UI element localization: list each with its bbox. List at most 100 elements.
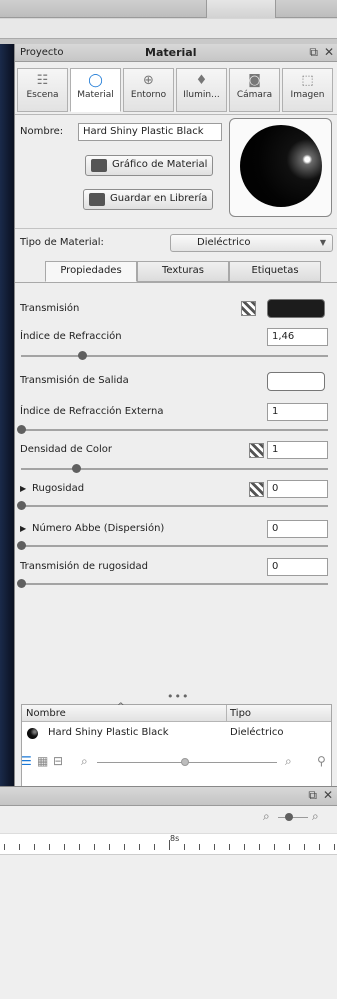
abbe-slider[interactable]	[21, 545, 328, 547]
panel-header: Proyecto Material ⧉ ✕	[15, 44, 337, 62]
roughness-label: Rugosidad	[32, 483, 85, 494]
slider-knob[interactable]	[17, 579, 26, 588]
splitter-handle[interactable]: •••	[167, 690, 189, 703]
viewport-edge	[0, 44, 14, 786]
name-label: Nombre:	[20, 126, 64, 137]
ruler-tick	[259, 844, 260, 850]
roughness-transmission-slider[interactable]	[21, 583, 328, 585]
ruler-tick	[139, 844, 140, 850]
tab-propiedades[interactable]: Propiedades	[45, 261, 137, 282]
ruler-tick	[319, 844, 320, 850]
abbe-label: Número Abbe (Dispersión)	[32, 523, 165, 534]
texture-toggle-icon[interactable]	[241, 301, 256, 316]
roughness-field[interactable]: 0	[267, 480, 328, 498]
ruler-tick	[214, 844, 215, 850]
expand-arrow-icon[interactable]: ▶	[20, 524, 26, 533]
slider-knob[interactable]	[285, 813, 293, 821]
tab-label: Cámara	[236, 90, 273, 100]
lighting-icon: ♦	[195, 73, 208, 88]
list-item-type: Dieléctrico	[230, 727, 284, 738]
sort-arrow-icon: ^	[117, 702, 125, 712]
zoom-in-icon[interactable]: ⌕	[285, 754, 292, 769]
external-refraction-field[interactable]: 1	[267, 403, 328, 421]
material-ball-icon	[27, 728, 38, 739]
slider-knob[interactable]	[181, 758, 189, 766]
close-icon[interactable]: ✕	[323, 788, 333, 802]
color-density-slider[interactable]	[21, 468, 328, 470]
column-divider[interactable]	[226, 705, 227, 722]
roughness-transmission-field[interactable]: 0	[267, 558, 328, 576]
tab-escena[interactable]: ☷ Escena	[17, 68, 68, 112]
list-view-icon[interactable]: ☰	[21, 754, 32, 768]
ruler-tick	[169, 840, 170, 850]
expand-arrow-icon[interactable]: ▶	[20, 484, 26, 493]
project-title[interactable]: Proyecto	[20, 47, 63, 58]
scene-icon: ☷	[36, 73, 49, 88]
time-ruler[interactable]: 8s	[0, 833, 337, 855]
close-icon[interactable]: ✕	[324, 45, 334, 59]
ruler-tick	[154, 844, 155, 850]
texture-toggle-icon[interactable]	[249, 482, 264, 497]
undock-icon[interactable]: ⧉	[309, 45, 318, 59]
filter-icon[interactable]: ⚲	[317, 754, 326, 768]
tab-camara[interactable]: ◙ Cámara	[229, 68, 280, 112]
abbe-field[interactable]: 0	[267, 520, 328, 538]
panel-window-controls: ⧉ ✕	[303, 45, 334, 60]
material-icon: ◯	[88, 73, 103, 88]
slider-knob[interactable]	[17, 541, 26, 550]
zoom-out-icon[interactable]: ⌕	[81, 754, 88, 769]
roughness-transmission-label: Transmisión de rugosidad	[20, 561, 148, 572]
undock-icon[interactable]: ⧉	[308, 788, 317, 802]
texture-toggle-icon[interactable]	[249, 443, 264, 458]
tab-texturas[interactable]: Texturas	[137, 261, 229, 282]
refraction-index-label: Índice de Refracción	[20, 331, 122, 342]
tab-etiquetas[interactable]: Etiquetas	[229, 261, 321, 282]
external-refraction-slider[interactable]	[21, 429, 328, 431]
tab-iluminacion[interactable]: ♦ Ilumin...	[176, 68, 227, 112]
external-refraction-label: Índice de Refracción Externa	[20, 406, 164, 417]
transmission-label: Transmisión	[20, 303, 80, 314]
button-label: Gráfico de Material	[112, 159, 208, 170]
material-name-field[interactable]: Hard Shiny Plastic Black	[78, 123, 222, 141]
slider-knob[interactable]	[78, 351, 88, 360]
column-type-header[interactable]: Tipo	[230, 708, 251, 719]
tab-label: Entorno	[130, 90, 167, 100]
zoom-out-icon[interactable]: ⌕	[263, 809, 270, 824]
tab-imagen[interactable]: ⬚ Imagen	[282, 68, 333, 112]
timeline-zoom-slider[interactable]	[278, 817, 308, 818]
ruler-tick	[199, 844, 200, 850]
chevron-down-icon: ▼	[319, 238, 326, 247]
ruler-tick	[124, 844, 125, 850]
button-label: Guardar en Librería	[110, 193, 208, 204]
graph-icon	[91, 159, 107, 172]
transmission-color-swatch[interactable]	[267, 299, 325, 318]
save-to-library-button[interactable]: Guardar en Librería	[83, 189, 214, 210]
zoom-in-icon[interactable]: ⌕	[312, 809, 319, 824]
timeline-header: ⧉ ✕	[0, 787, 337, 806]
material-type-select[interactable]: Dieléctrico ▼	[170, 234, 333, 252]
slider-knob[interactable]	[17, 501, 26, 510]
refraction-index-field[interactable]: 1,46	[267, 328, 328, 346]
divider	[15, 228, 337, 229]
slider-knob[interactable]	[17, 425, 26, 434]
time-marker-label: 8s	[170, 834, 180, 843]
ruler-tick	[4, 844, 5, 850]
top-tab[interactable]	[206, 0, 276, 18]
secondary-toolbar	[0, 19, 337, 39]
color-density-label: Densidad de Color	[20, 444, 112, 455]
list-item[interactable]: Hard Shiny Plastic Black Dieléctrico	[22, 725, 331, 742]
exit-transmission-color-swatch[interactable]	[267, 372, 325, 391]
tree-view-icon[interactable]: ⊟	[53, 754, 63, 768]
top-tab-bar	[0, 0, 337, 18]
refraction-index-slider[interactable]	[21, 355, 328, 357]
grid-view-icon[interactable]: ▦	[37, 754, 48, 768]
tab-material[interactable]: ◯ Material	[70, 68, 121, 112]
color-density-field[interactable]: 1	[267, 441, 328, 459]
tab-entorno[interactable]: ⊕ Entorno	[123, 68, 174, 112]
ruler-tick	[34, 844, 35, 850]
roughness-slider[interactable]	[21, 505, 328, 507]
material-graph-button[interactable]: Gráfico de Material	[85, 155, 214, 176]
slider-knob[interactable]	[72, 464, 82, 473]
select-value: Dieléctrico	[197, 237, 251, 248]
column-name-header[interactable]: Nombre	[26, 708, 66, 719]
